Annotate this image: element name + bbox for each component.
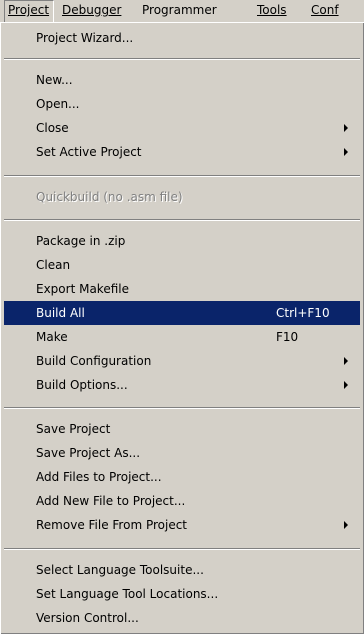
submenu-arrow-icon: [344, 357, 348, 365]
menu-item-label: Build Configuration: [36, 354, 152, 368]
menu-project[interactable]: Project: [4, 0, 54, 22]
menu-item-open[interactable]: Open...: [4, 92, 360, 116]
menu-programmer[interactable]: Programmer: [142, 0, 217, 22]
menu-separator: [4, 548, 360, 550]
menu-item-remove-file-from-project[interactable]: Remove File From Project: [4, 513, 360, 537]
menu-item-label: Package in .zip: [36, 234, 126, 248]
menu-item-label: Make: [36, 330, 68, 344]
menu-item-shortcut: Ctrl+F10: [276, 306, 330, 320]
menu-item-build-configuration[interactable]: Build Configuration: [4, 349, 360, 373]
menu-bar: Project Debugger Programmer Tools Conf: [0, 0, 364, 22]
menu-item-label: Set Language Tool Locations...: [36, 587, 219, 601]
menu-separator: [4, 58, 360, 60]
menu-programmer-label: Programmer: [142, 3, 217, 17]
menu-tools[interactable]: Tools: [257, 0, 287, 22]
menu-debugger[interactable]: Debugger: [62, 0, 121, 22]
menu-item-label: Quickbuild (no .asm file): [36, 190, 183, 204]
menu-conf[interactable]: Conf: [311, 0, 339, 22]
menu-item-label: Version Control...: [36, 611, 139, 625]
menu-item-quickbuild: Quickbuild (no .asm file): [4, 185, 360, 209]
menu-item-label: New...: [36, 73, 73, 87]
menu-item-add-new-file-to-project[interactable]: Add New File to Project...: [4, 489, 360, 513]
menu-item-build-options[interactable]: Build Options...: [4, 373, 360, 397]
menu-item-label: Add New File to Project...: [36, 494, 186, 508]
menu-item-label: Set Active Project: [36, 145, 142, 159]
menu-item-label: Open...: [36, 97, 80, 111]
submenu-arrow-icon: [344, 148, 348, 156]
submenu-arrow-icon: [344, 381, 348, 389]
menu-item-label: Add Files to Project...: [36, 470, 162, 484]
menu-item-close[interactable]: Close: [4, 116, 360, 140]
menu-item-shortcut: F10: [276, 330, 299, 344]
menu-item-label: Close: [36, 121, 69, 135]
menu-item-clean[interactable]: Clean: [4, 253, 360, 277]
menu-item-set-language-tool-locations[interactable]: Set Language Tool Locations...: [4, 582, 360, 606]
menu-item-label: Project Wizard...: [36, 31, 134, 45]
menu-item-add-files-to-project[interactable]: Add Files to Project...: [4, 465, 360, 489]
project-menu-dropdown: Project Wizard... New... Open... Close S…: [0, 22, 364, 634]
menu-tools-label: Tools: [257, 3, 287, 17]
menu-item-new[interactable]: New...: [4, 68, 360, 92]
menu-item-label: Save Project As...: [36, 446, 141, 460]
menu-item-make[interactable]: Make F10: [4, 325, 360, 349]
menu-item-export-makefile[interactable]: Export Makefile: [4, 277, 360, 301]
menu-item-version-control[interactable]: Version Control...: [4, 606, 360, 630]
menu-item-save-project-as[interactable]: Save Project As...: [4, 441, 360, 465]
submenu-arrow-icon: [344, 124, 348, 132]
menu-item-label: Remove File From Project: [36, 518, 188, 532]
menu-item-select-language-toolsuite[interactable]: Select Language Toolsuite...: [4, 558, 360, 582]
menu-separator: [4, 407, 360, 409]
menu-project-label: Project: [8, 3, 50, 17]
menu-item-label: Build Options...: [36, 378, 128, 392]
menu-conf-label: Conf: [311, 3, 339, 17]
menu-item-set-active-project[interactable]: Set Active Project: [4, 140, 360, 164]
menu-item-package-in-zip[interactable]: Package in .zip: [4, 229, 360, 253]
menu-item-label: Export Makefile: [36, 282, 129, 296]
menu-debugger-label: Debugger: [62, 3, 122, 17]
menu-item-label: Clean: [36, 258, 71, 272]
menu-item-save-project[interactable]: Save Project: [4, 417, 360, 441]
menu-separator: [4, 175, 360, 177]
menu-separator: [4, 219, 360, 221]
menu-item-label: Select Language Toolsuite...: [36, 563, 204, 577]
menu-item-label: Save Project: [36, 422, 111, 436]
menu-item-project-wizard[interactable]: Project Wizard...: [4, 26, 360, 50]
menu-item-label: Build All: [36, 306, 85, 320]
submenu-arrow-icon: [344, 521, 348, 529]
menu-item-build-all[interactable]: Build All Ctrl+F10: [4, 301, 360, 325]
